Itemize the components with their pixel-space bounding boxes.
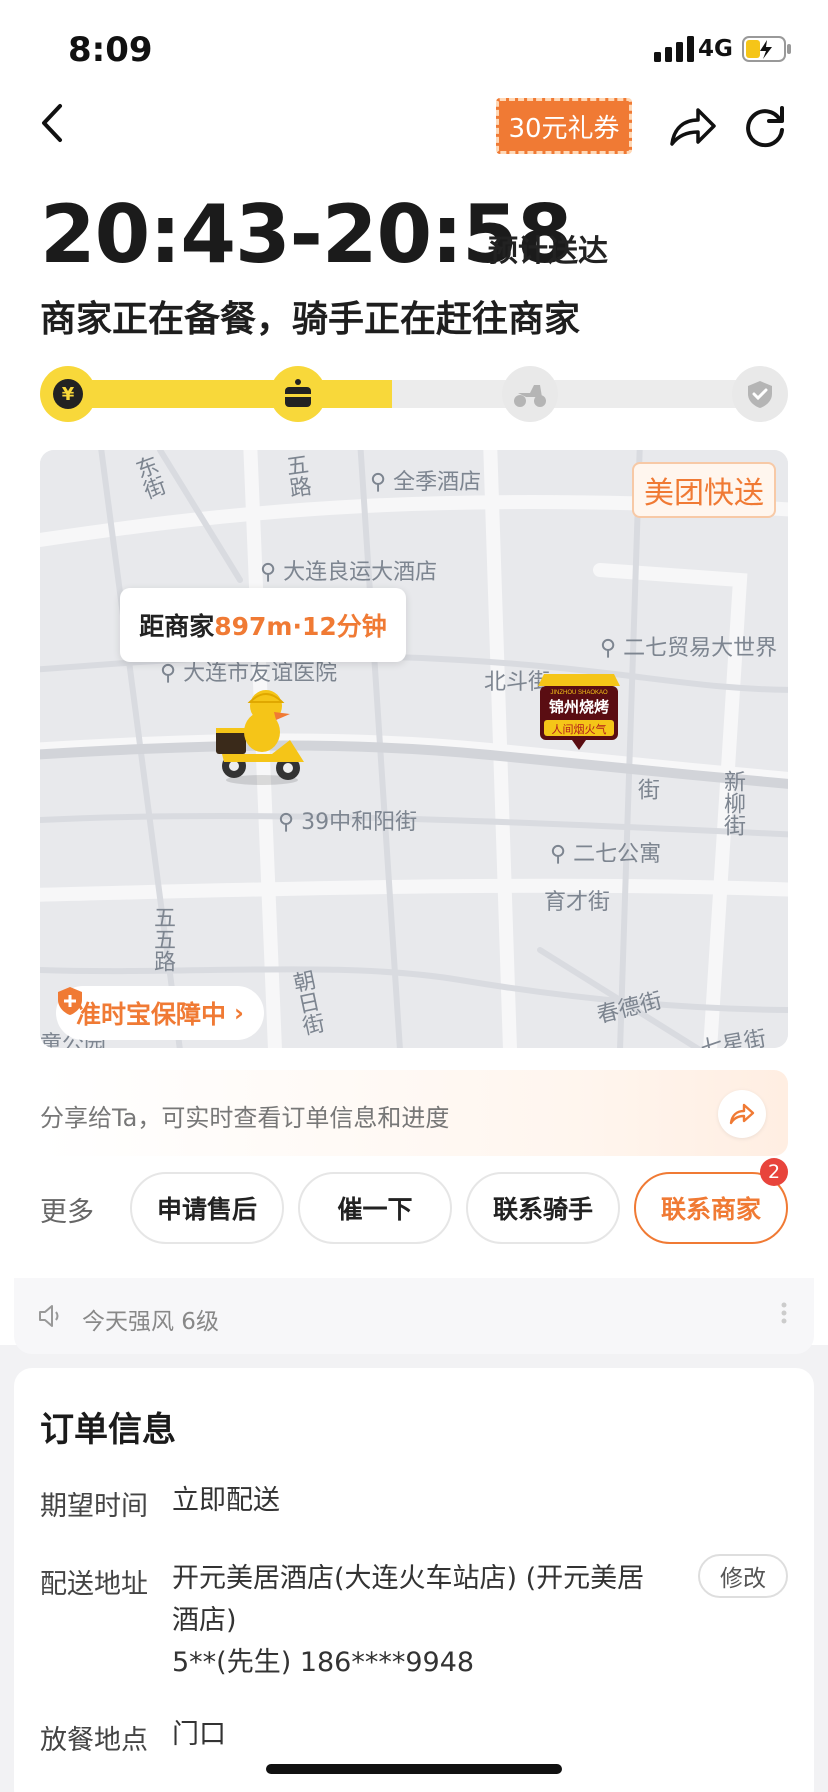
address-contact: 5**(先生) 186****9948 (172, 1647, 475, 1678)
delivery-status-text: 商家正在备餐，骑手正在赶往商家 (40, 299, 581, 340)
map-label-text: 二七公寓 (573, 842, 662, 867)
edit-address-button[interactable]: 修改 (698, 1554, 788, 1598)
map-label-text: 大连市友谊医院 (183, 661, 338, 686)
notice-text: 今天强风 6级 (82, 1309, 219, 1335)
step-delivered (732, 366, 788, 422)
check-icon (748, 381, 772, 408)
map-label-text: 全季酒店 (393, 470, 482, 495)
step-delivering (502, 366, 558, 422)
chevron-right-icon: › (234, 999, 244, 1027)
cake-box-icon (285, 379, 311, 407)
address-line2: 酒店) (172, 1605, 237, 1636)
map-label-street: 五五路 (150, 906, 175, 972)
more-dots-icon[interactable] (780, 1300, 788, 1326)
map-label-street: 五路 (281, 452, 312, 500)
delivery-map[interactable]: ⚲ 全季酒店 ⚲ 大连良运大酒店 ⚲ 二七贸易大世界 ⚲ 大连市友谊医院 ⚲ 3… (40, 450, 788, 1048)
store-icon[interactable]: JINZHOU SHAOKAO 锦州烧烤 人间烟火气 (534, 664, 624, 750)
poi-icon: ⚲ (370, 470, 394, 495)
home-indicator[interactable] (266, 1764, 562, 1774)
progress-fill (44, 380, 392, 408)
dropoff-label: 放餐地点 (40, 1725, 148, 1756)
address-line1: 开元美居酒店(大连火车站店) (开元美居 (172, 1563, 645, 1594)
signal-icon (654, 36, 694, 62)
share-icon[interactable] (668, 104, 718, 150)
poi-icon: ⚲ (600, 636, 624, 661)
share-banner-text: 分享给Ta，可实时查看订单信息和进度 (40, 1104, 450, 1132)
map-label-school: ⚲ 39中和阳街 (278, 804, 417, 836)
coupon-button[interactable]: 30元礼券 (496, 98, 632, 154)
scooter-icon (514, 385, 546, 407)
brand-tag: 美团快送 (632, 462, 776, 518)
network-type: 4G (698, 36, 733, 62)
store-sign-main: 锦州烧烤 (549, 698, 609, 716)
on-time-guarantee-button[interactable]: 准时宝保障中 › (56, 986, 264, 1040)
step-paid: ¥ (40, 366, 96, 422)
distance-value: 897m·12分钟 (214, 612, 387, 641)
contact-rider-button[interactable]: 联系骑手 (466, 1172, 620, 1244)
shield-icon (58, 987, 82, 1015)
poi-icon: ⚲ (160, 661, 184, 686)
merchant-message-badge: 2 (760, 1158, 788, 1186)
map-label-street: 新柳街 (720, 770, 745, 836)
order-info-title: 订单信息 (40, 1410, 176, 1450)
back-icon[interactable] (36, 100, 70, 146)
expected-time-value: 立即配送 (172, 1485, 280, 1516)
after-sale-button[interactable]: 申请售后 (130, 1172, 284, 1244)
share-banner-button[interactable] (718, 1090, 766, 1138)
distance-bubble: 距商家 897m·12分钟 (120, 588, 406, 662)
map-label-text: 二七贸易大世界 (623, 636, 778, 661)
map-label-street: 育才街 (544, 890, 611, 915)
poi-icon: ⚲ (278, 810, 302, 835)
refresh-icon[interactable] (742, 104, 788, 150)
address-label: 配送地址 (40, 1569, 148, 1600)
rider-icon[interactable] (212, 690, 312, 786)
map-label-hotel2: ⚲ 大连良运大酒店 (260, 554, 437, 586)
yen-icon: ¥ (53, 379, 83, 409)
poi-icon: ⚲ (260, 560, 284, 585)
speaker-icon (39, 1305, 59, 1327)
map-label-street: 街 (634, 778, 659, 800)
share-icon (729, 1103, 755, 1125)
dropoff-value: 门口 (172, 1719, 226, 1750)
status-time: 8:09 (68, 30, 153, 70)
step-preparing (270, 366, 326, 422)
more-label[interactable]: 更多 (40, 1190, 94, 1229)
map-label-apartment: ⚲ 二七公寓 (550, 836, 661, 868)
poi-icon: ⚲ (550, 842, 574, 867)
urge-button[interactable]: 催一下 (298, 1172, 452, 1244)
map-label-mall: ⚲ 二七贸易大世界 (600, 630, 777, 662)
battery-icon (742, 36, 791, 62)
distance-prefix: 距商家 (139, 612, 215, 641)
guarantee-label: 准时宝保障中 (76, 1000, 227, 1029)
eta-suffix: 预计送达 (488, 234, 608, 269)
store-sign-sub: 人间烟火气 (552, 722, 607, 736)
expected-time-label: 期望时间 (40, 1491, 148, 1522)
store-sign-top: JINZHOU SHAOKAO (550, 690, 608, 696)
map-label-hotel: ⚲ 全季酒店 (370, 464, 481, 496)
map-label-text: 大连良运大酒店 (283, 560, 438, 585)
map-label-text: 39中和阳街 (301, 810, 418, 835)
